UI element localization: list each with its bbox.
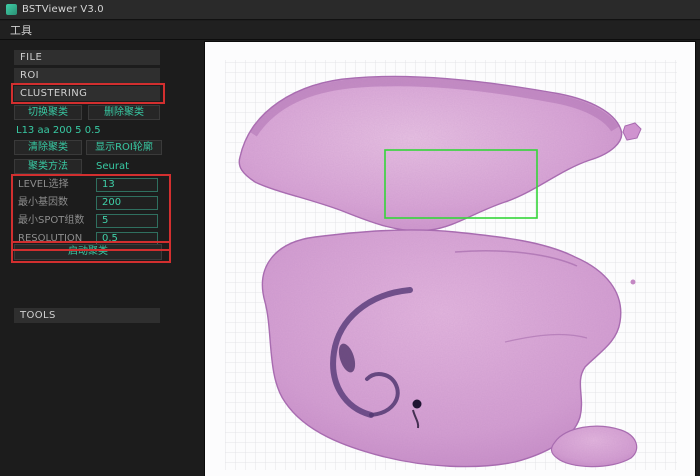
level-select-label: LEVEL选择 [18,177,69,192]
tissue-dark-spot [413,400,422,409]
app-logo-icon [6,4,17,15]
min-genes-label: 最小基因数 [18,195,68,210]
params-summary: L13 aa 200 5 0.5 [16,125,101,136]
tissue-slide-image [205,42,695,476]
section-file[interactable]: FILE [14,50,160,65]
min-spot-input[interactable]: 5 [96,214,158,228]
sidebar: FILE ROI CLUSTERING 切换聚类 删除聚类 L13 aa 200… [0,40,203,476]
window-title: BSTViewer V3.0 [22,4,104,15]
level-select-input[interactable]: 13 [96,178,158,192]
menu-tools[interactable]: 工具 [0,21,42,39]
show-roi-outline-button[interactable]: 显示ROI轮廓 [86,140,162,155]
slide-viewer-canvas[interactable] [205,42,695,476]
section-clustering[interactable]: CLUSTERING [14,86,160,101]
clear-cluster-button[interactable]: 清除聚类 [14,140,82,155]
app-window: BSTViewer V3.0 工具 FILE ROI CLUSTERING 切换… [0,0,700,476]
menu-bar: 工具 [0,21,700,40]
min-genes-input[interactable]: 200 [96,196,158,210]
start-cluster-button[interactable]: 启动聚类 [14,244,162,260]
title-bar: BSTViewer V3.0 [0,0,700,20]
delete-cluster-button[interactable]: 删除聚类 [88,105,160,120]
section-tools[interactable]: TOOLS [14,308,160,323]
section-roi[interactable]: ROI [14,68,160,83]
switch-cluster-button[interactable]: 切换聚类 [14,105,82,120]
cluster-method-value: Seurat [96,161,129,172]
cluster-method-button[interactable]: 聚类方法 [14,159,82,174]
min-spot-label: 最小SPOT组数 [18,213,84,228]
